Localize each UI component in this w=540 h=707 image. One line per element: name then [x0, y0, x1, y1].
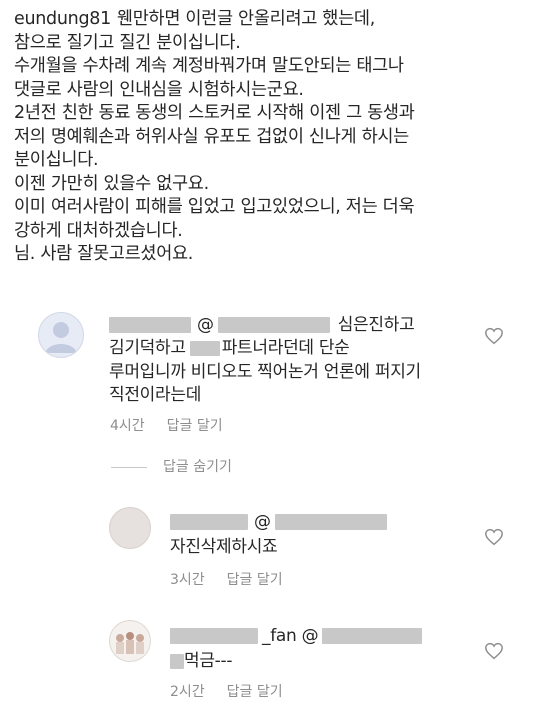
caption-line: 분이십니다.	[14, 150, 99, 170]
caption-line: 2년전 친한 동료 동생의 스토커로 시작해 이젠 그 동생과	[14, 103, 415, 123]
divider	[111, 466, 147, 468]
redacted-username[interactable]	[170, 628, 258, 644]
redacted-username[interactable]	[170, 514, 248, 530]
mention-at[interactable]: @	[254, 512, 271, 532]
avatar[interactable]	[109, 507, 151, 549]
mention-at[interactable]: @	[197, 315, 214, 335]
redacted-mention[interactable]	[322, 628, 423, 644]
heart-icon[interactable]	[484, 642, 504, 660]
caption-line: 이미 여러사람이 피해를 입었고 입고있었으니, 저는 더욱	[14, 197, 415, 217]
caption-line: 참으로 질기고 질긴 분이십니다.	[14, 32, 241, 53]
comment-text: 파트너라던데 단순	[221, 338, 350, 358]
caption-line: 저의 명예훼손과 허위사실 유포도 겁없이 신나게 하시는	[14, 126, 409, 147]
comment-text: 루머입니까 비디오도 찍어논거 언론에 퍼지기	[109, 362, 421, 382]
comment-3-line-1: _fan @	[170, 625, 423, 649]
comment-text: 김기덕하고	[109, 338, 186, 358]
avatar-placeholder-icon	[45, 322, 77, 353]
comment-3-line-2: 먹금---	[170, 650, 232, 674]
comment-meta: 4시간 답글 달기	[110, 415, 245, 435]
caption-line-1: eundung81 웬만하면 이런글 안올리려고 했는데,	[14, 8, 530, 32]
heart-icon[interactable]	[484, 327, 504, 345]
caption-line: 댓글로 사람의 인내심을 시험하시는군요.	[14, 79, 304, 100]
comment-time: 4시간	[110, 418, 145, 434]
heart-icon[interactable]	[484, 528, 504, 546]
comment-time: 3시간	[170, 572, 205, 588]
redacted-name	[189, 340, 220, 356]
comment-text: 직전이라는데	[109, 385, 202, 405]
redacted-mention[interactable]	[274, 514, 387, 530]
caption-username[interactable]: eundung81	[14, 9, 111, 29]
redacted-text	[170, 653, 184, 669]
avatar[interactable]	[38, 312, 84, 358]
comment-2-line-1: @	[170, 511, 387, 535]
redacted-username[interactable]	[109, 317, 191, 333]
comment-text: 심은진하고	[337, 315, 415, 335]
hide-replies-label: 답글 숨기기	[163, 459, 232, 475]
username-suffix[interactable]: _fan @	[262, 626, 319, 646]
reply-button[interactable]: 답글 달기	[227, 572, 283, 588]
caption-line: 강하게 대처하겠습니다.	[14, 220, 183, 241]
caption-line: 이젠 가만히 있을수 없구요.	[14, 173, 209, 194]
reply-button[interactable]: 답글 달기	[167, 418, 223, 434]
comment-meta: 3시간 답글 달기	[170, 569, 305, 589]
avatar-group-photo-icon	[116, 632, 144, 654]
comment-meta: 2시간 답글 달기	[170, 681, 305, 701]
comment-1-line-1: @ 심은진하고	[109, 314, 415, 338]
comment-1-line-2: 김기덕하고 파트너라던데 단순	[109, 337, 350, 361]
reply-button[interactable]: 답글 달기	[227, 684, 283, 700]
comment-time: 2시간	[170, 684, 205, 700]
comment-text: 자진삭제하시죠	[170, 537, 278, 557]
post-caption: eundung81 웬만하면 이런글 안올리려고 했는데, 참으로 질기고 질긴 …	[14, 8, 530, 267]
comment-text: 먹금---	[184, 651, 233, 671]
redacted-mention[interactable]	[217, 317, 330, 333]
caption-line: 수개월을 수차례 계속 계정바꿔가며 말도안되는 태그나	[14, 56, 404, 76]
hide-replies-button[interactable]: 답글 숨기기	[111, 456, 232, 476]
avatar[interactable]	[109, 620, 151, 662]
caption-line: 님. 사람 잘못고르셨어요.	[14, 244, 194, 264]
caption-text: 웬만하면 이런글 안올리려고 했는데,	[116, 9, 375, 29]
